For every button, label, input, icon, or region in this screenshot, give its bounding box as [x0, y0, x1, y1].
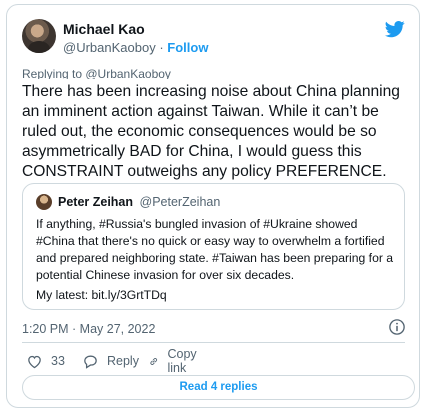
reply-context: Replying to @UrbanKaoboy [22, 67, 171, 79]
copy-link-label: Copy link [167, 347, 197, 375]
author-avatar[interactable] [22, 19, 56, 53]
quoted-tweet-link-line: My latest: bit.ly/3GrtTDq [36, 288, 167, 302]
info-icon[interactable] [388, 318, 406, 336]
handle-separator: · [159, 40, 164, 55]
quoted-author-handle: @PeterZeihan [139, 195, 221, 209]
like-count: 33 [51, 354, 65, 368]
reply-label: Reply [107, 354, 139, 368]
quoted-tweet-text: If anything, #Russia's bungled invasion … [36, 217, 394, 282]
author-handle[interactable]: @UrbanKaoboy [63, 40, 156, 55]
twitter-bird-icon[interactable] [384, 19, 406, 39]
quoted-tweet[interactable]: Peter Zeihan @PeterZeihan If anything, #… [22, 183, 405, 310]
follow-button[interactable]: Follow [167, 40, 208, 55]
reply-icon [84, 355, 97, 369]
link-icon [150, 357, 158, 365]
read-replies-button[interactable]: Read 4 replies [22, 375, 415, 400]
quoted-author-row: Peter Zeihan @PeterZeihan [58, 195, 220, 210]
tweet-card: Michael Kao @UrbanKaoboy · Follow Replyi… [6, 4, 420, 408]
heart-icon [28, 355, 41, 368]
quoted-author-avatar [36, 194, 52, 210]
tweet-timestamp[interactable]: 1:20 PM · May 27, 2022 [22, 321, 155, 337]
tweet-text: There has been increasing noise about Ch… [22, 83, 400, 180]
author-name[interactable]: Michael Kao [63, 20, 145, 38]
divider [22, 342, 405, 343]
quoted-author-name: Peter Zeihan [58, 195, 134, 209]
copy-link-button[interactable]: Copy link [148, 347, 202, 375]
author-handle-row: @UrbanKaoboy · Follow [63, 39, 208, 56]
reply-button[interactable]: Reply [82, 351, 139, 371]
like-button[interactable]: 33 [26, 351, 65, 371]
